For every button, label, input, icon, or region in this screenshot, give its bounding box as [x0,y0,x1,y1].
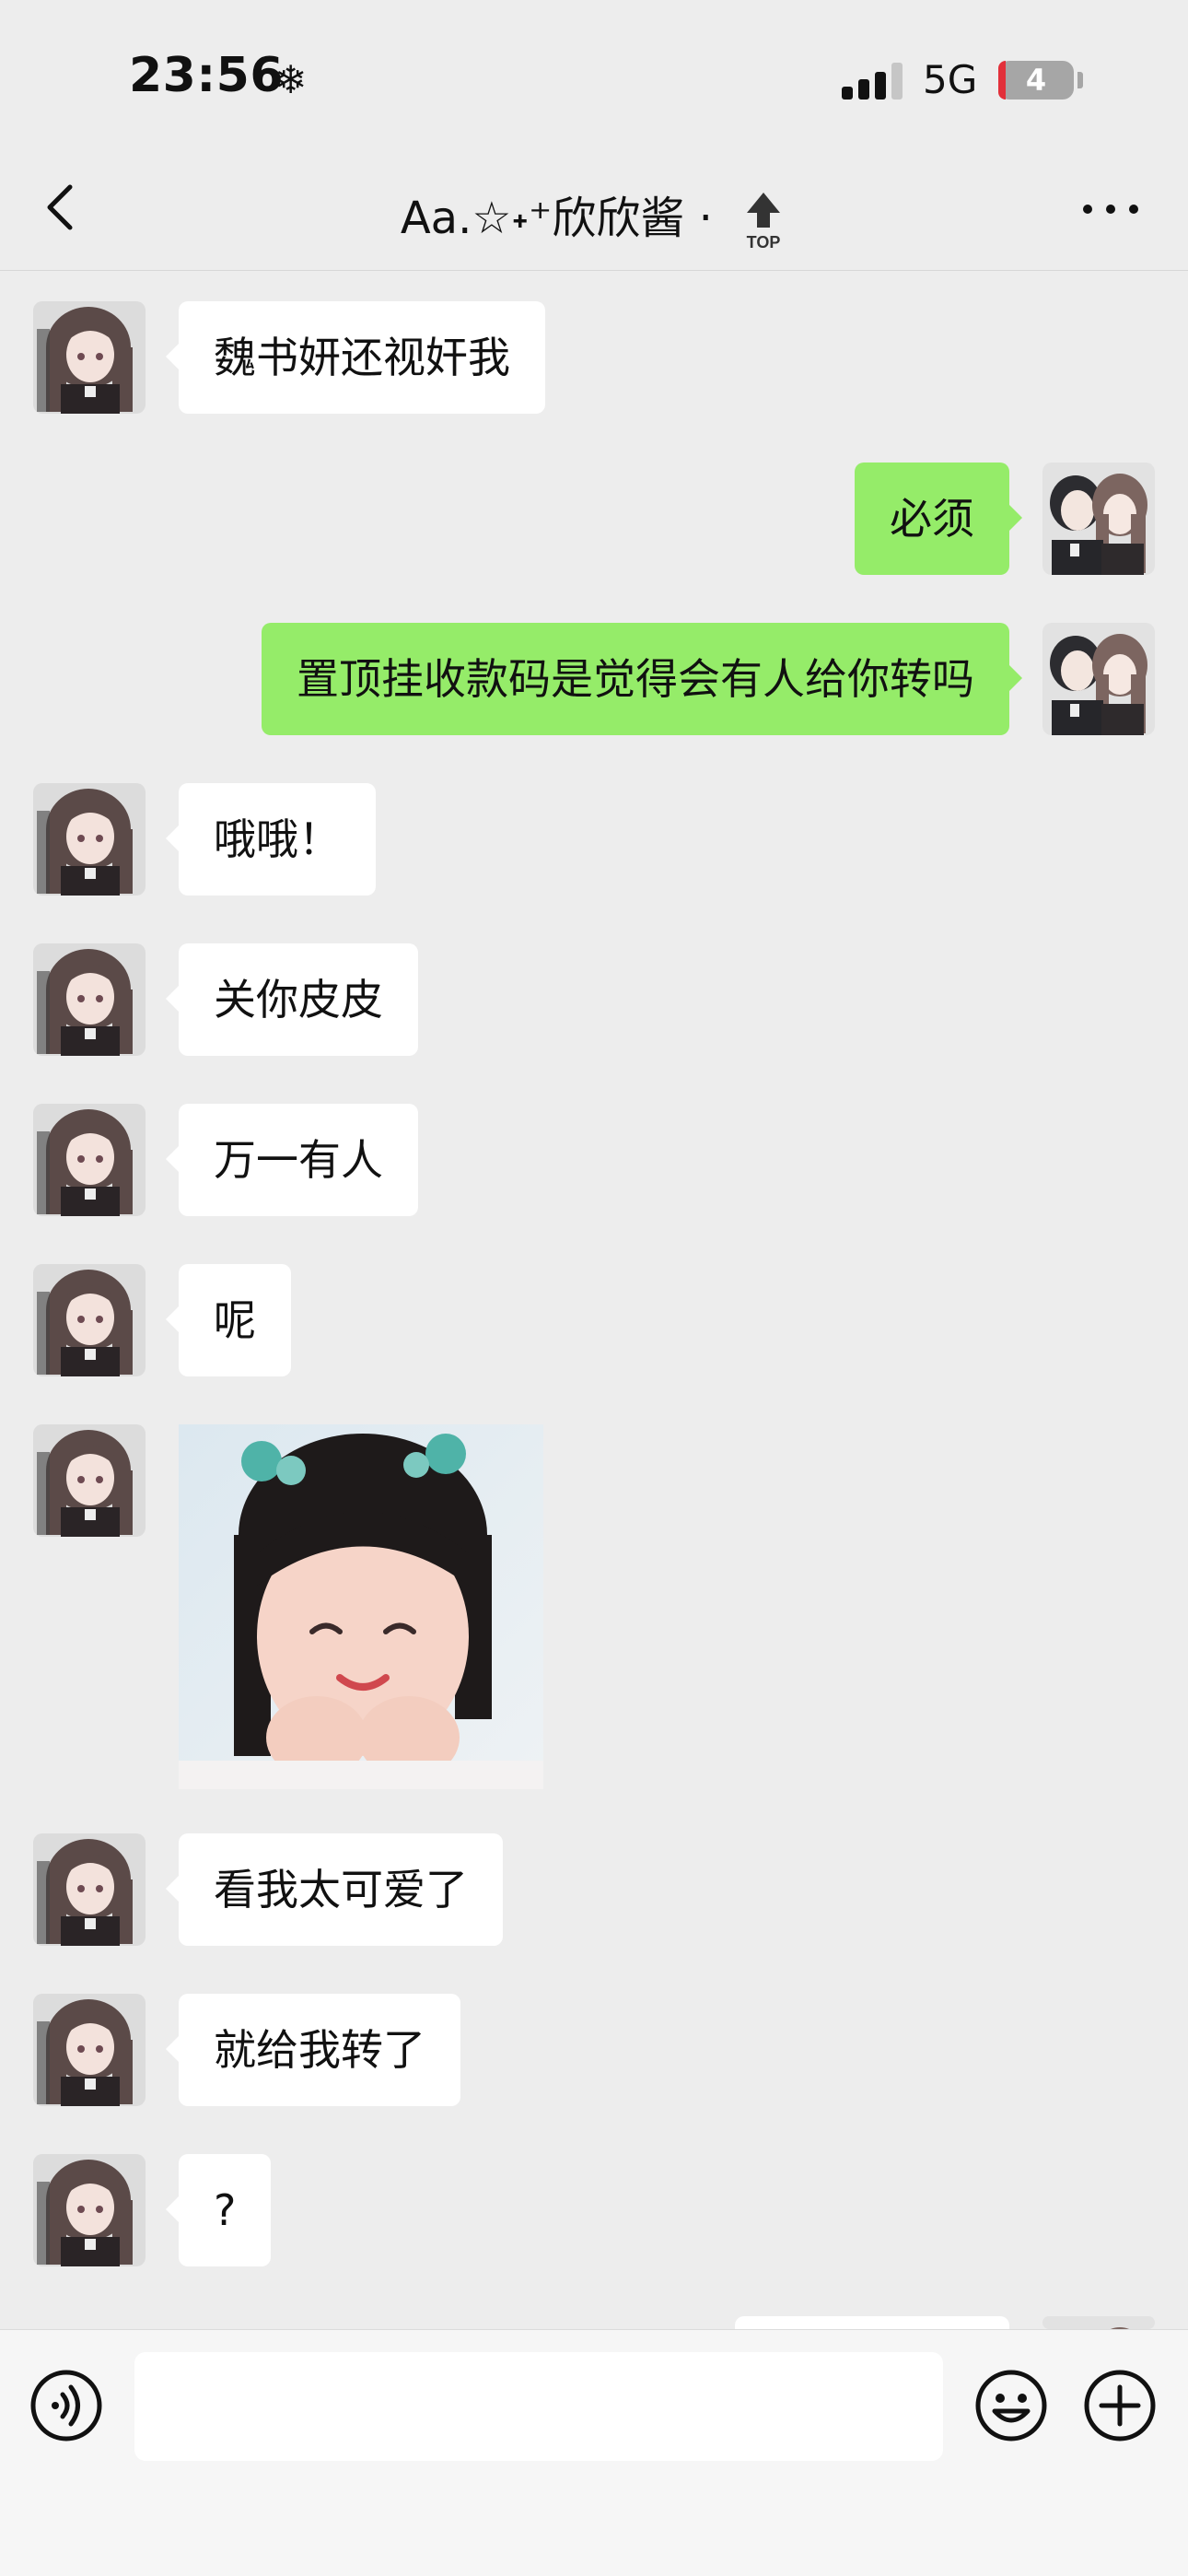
message-bubble[interactable]: 必须 [855,463,1022,575]
message-input[interactable] [134,2352,943,2461]
contact-avatar[interactable] [33,783,146,896]
chat-screen: 23:56 ❄ 5G 4 Aa.☆˖⁺欣欣酱 · TOP 魏书妍还视奸我 必须 … [0,0,1188,2576]
message-bubble[interactable]: 呢 [166,1264,291,1376]
message-bubble[interactable]: 置顶挂收款码是觉得会有人给你转吗 [262,623,1022,735]
plus-icon[interactable] [1083,2369,1157,2442]
voice-icon[interactable] [29,2369,103,2442]
chat-title: Aa.☆˖⁺欣欣酱 · TOP [0,181,1188,252]
message-bubble[interactable]: 万一有人 [166,1104,418,1216]
battery-icon: 4 [998,61,1074,100]
network-label: 5G [923,57,978,102]
my-avatar[interactable] [1042,623,1155,735]
message-bubble[interactable]: 魏书妍还视奸我 [166,301,545,414]
contact-avatar[interactable] [33,301,146,414]
message-bubble[interactable]: 看我太可爱了 [166,1833,503,1946]
contact-avatar[interactable] [33,2154,146,2266]
status-bar: 23:56 ❄ 5G 4 [0,0,1188,152]
message-bubble[interactable]: 就给我转了 [166,1994,460,2106]
emoji-icon[interactable] [974,2369,1048,2442]
cellular-signal-icon [842,63,903,100]
my-avatar [1042,2316,1155,2329]
contact-avatar[interactable] [33,1104,146,1216]
pin-top-label: TOP [747,233,781,252]
contact-avatar[interactable] [33,1424,146,1537]
message-bubble[interactable]: 哦哦！ [166,783,376,896]
status-time: 23:56 [129,48,285,103]
contact-avatar[interactable] [33,1264,146,1376]
my-avatar[interactable] [1042,463,1155,575]
snowflake-icon: ❄ [274,57,308,102]
battery-cap [1077,72,1083,88]
more-icon[interactable] [1081,200,1140,218]
message-bubble[interactable]: ? [165,2154,272,2266]
contact-name: Aa.☆˖⁺欣欣酱 · [400,193,713,244]
input-bar [0,2329,1188,2576]
message-bubble[interactable]: 关你皮皮 [166,943,418,1056]
sticker-image[interactable] [179,1424,543,1789]
chat-header: Aa.☆˖⁺欣欣酱 · TOP [0,152,1188,271]
contact-avatar[interactable] [33,943,146,1056]
contact-avatar[interactable] [33,1994,146,2106]
contact-avatar[interactable] [33,1833,146,1946]
battery-level: 4 [1025,63,1047,98]
pin-top-icon: TOP [740,191,787,252]
